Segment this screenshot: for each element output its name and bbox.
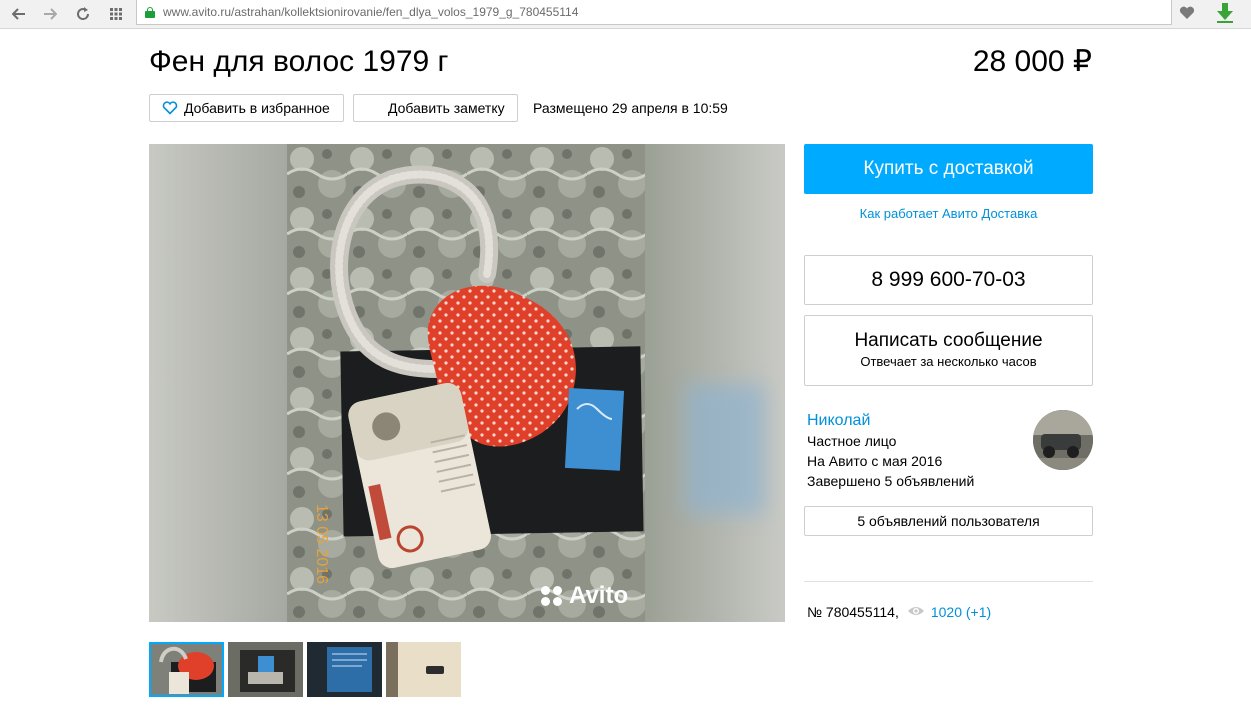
address-bar[interactable]: www.avito.ru/astrahan/kollektsionirovani… bbox=[136, 0, 1172, 25]
listing-price: 28 000 ₽ bbox=[972, 45, 1092, 78]
seller-completed: Завершено 5 объявлений bbox=[807, 473, 975, 489]
forward-icon[interactable] bbox=[39, 3, 61, 25]
divider bbox=[804, 581, 1093, 582]
url-text: www.avito.ru/astrahan/kollektsionirovani… bbox=[163, 5, 579, 19]
thumbnail-3[interactable] bbox=[307, 642, 382, 697]
heart-outline-icon bbox=[162, 101, 178, 115]
eye-icon bbox=[907, 604, 925, 620]
seller-since: На Авито с мая 2016 bbox=[807, 453, 943, 469]
response-time: Отвечает за несколько часов bbox=[860, 354, 1037, 369]
posted-date: Размещено 29 апреля в 10:59 bbox=[533, 100, 728, 116]
add-note-button[interactable]: Добавить заметку bbox=[353, 94, 518, 122]
reload-icon[interactable] bbox=[72, 3, 94, 25]
listing-meta: № 780455114, 1020 (+1) bbox=[807, 604, 991, 620]
add-to-favorites-label: Добавить в избранное bbox=[184, 100, 330, 116]
main-photo[interactable]: 13 05 2016 Avito bbox=[149, 144, 785, 622]
heart-extension-icon[interactable] bbox=[1174, 2, 1200, 24]
write-message-button[interactable]: Написать сообщение Отвечает за несколько… bbox=[804, 315, 1093, 386]
buy-with-delivery-button[interactable]: Купить с доставкой bbox=[804, 144, 1093, 194]
user-ads-button[interactable]: 5 объявлений пользователя bbox=[804, 506, 1093, 536]
download-extension-icon[interactable] bbox=[1212, 2, 1238, 24]
seller-name-link[interactable]: Николай bbox=[807, 412, 870, 430]
browser-toolbar: www.avito.ru/astrahan/kollektsionirovani… bbox=[0, 0, 1251, 29]
photo-blur-right bbox=[645, 144, 785, 622]
back-icon[interactable] bbox=[8, 3, 30, 25]
thumbnail-2[interactable] bbox=[228, 642, 303, 697]
add-to-favorites-button[interactable]: Добавить в избранное bbox=[149, 94, 344, 122]
add-note-label: Добавить заметку bbox=[388, 100, 505, 116]
write-message-label: Написать сообщение bbox=[854, 330, 1043, 351]
seller-avatar[interactable] bbox=[1033, 410, 1093, 470]
how-delivery-works-link[interactable]: Как работает Авито Доставка bbox=[804, 206, 1093, 221]
photo-date-stamp: 13 05 2016 bbox=[313, 504, 330, 584]
lock-icon bbox=[145, 6, 155, 18]
listing-number: № 780455114, bbox=[807, 604, 899, 620]
seller-type: Частное лицо bbox=[807, 433, 897, 449]
listing-title: Фен для волос 1979 г bbox=[149, 45, 449, 78]
avito-watermark: Avito bbox=[541, 582, 628, 610]
thumbnail-4[interactable] bbox=[386, 642, 461, 697]
views-count[interactable]: 1020 (+1) bbox=[931, 604, 991, 620]
hair-dryer-photo: 13 05 2016 bbox=[287, 144, 645, 622]
apps-grid-icon[interactable] bbox=[105, 3, 127, 25]
phone-button[interactable]: 8 999 600-70-03 bbox=[804, 255, 1093, 305]
thumbnail-1[interactable] bbox=[149, 642, 224, 697]
photo-blur-left bbox=[149, 144, 287, 622]
